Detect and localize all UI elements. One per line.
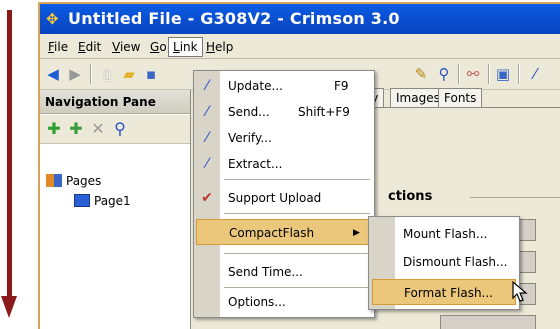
down-arrow-icon [1,296,17,318]
menu-link[interactable]: Link [168,37,203,57]
menu-item-update[interactable]: ⁄ Update... F9 [194,73,374,99]
menu-view[interactable]: View [108,38,144,56]
checkmark-icon: ✔ [201,190,213,206]
menu-item-extract[interactable]: ⁄ Extract... [194,151,374,177]
tab-fonts[interactable]: Fonts [438,88,483,107]
left-margin [0,0,30,329]
toolbar-wand-icon[interactable]: ⁄ [526,65,544,83]
sections-divider [470,197,560,198]
add-item-icon[interactable]: ✚ [44,119,64,139]
submenu-arrow-icon: ▶ [353,228,360,238]
save-icon[interactable]: ▪ [142,65,160,83]
toolbar-monitor-icon[interactable]: ▣ [494,65,512,83]
tree-item-page1[interactable]: Page1 [74,194,131,208]
tab-strip-line [345,107,560,108]
menu-separator [224,179,370,180]
delete-icon[interactable]: ✕ [88,119,108,139]
menu-separator [224,253,370,254]
sections-heading: ctions [388,189,433,204]
link-menu: ⁄ Update... F9 ⁄ Send... Shift+F9 ⁄ Veri… [193,70,375,318]
compactflash-submenu: Mount Flash... Dismount Flash... Format … [368,216,520,310]
toolbar-find-icon[interactable]: ⚲ [435,65,453,83]
menu-item-compactflash[interactable]: CompactFlash ▶ [196,219,372,245]
navigation-pane: Navigation Pane ✚ ✚ ✕ ⚲ Pages Page1 [40,90,191,329]
menu-item-send[interactable]: ⁄ Send... Shift+F9 [194,99,374,125]
down-arrow-shaft [7,10,12,302]
send-icon: ⁄ [205,104,209,120]
pages-folder-icon [46,174,62,187]
menu-file[interactable]: File [44,38,72,56]
tree-item-label: Pages [66,174,102,188]
menu-separator [224,287,370,288]
app-icon: ✥ [46,10,59,28]
title-bar: ✥ Untitled File - G308V2 - Crimson 3.0 [40,4,560,34]
update-icon: ⁄ [205,78,209,94]
forward-icon[interactable]: ▶ [66,65,84,83]
menu-item-send-time[interactable]: Send Time... [194,259,374,285]
menu-bar: File Edit View Go Link Help [40,34,560,59]
navigation-toolbar: ✚ ✚ ✕ ⚲ [40,115,190,144]
extract-icon: ⁄ [205,156,209,172]
toolbar-link-icon[interactable]: ⚯ [464,65,482,83]
tree-item-pages[interactable]: Pages [46,174,101,188]
mouse-cursor-icon [512,280,530,303]
new-file-icon[interactable]: ▯ [98,65,116,83]
back-icon[interactable]: ◀ [44,65,62,83]
open-folder-icon[interactable]: ▰ [120,65,138,83]
menu-item-dismount-flash[interactable]: Dismount Flash... [369,249,519,275]
navigation-pane-header: Navigation Pane [40,90,190,114]
menu-item-support-upload[interactable]: ✔ Support Upload [194,185,374,211]
menu-item-mount-flash[interactable]: Mount Flash... [369,221,519,247]
tree-item-label: Page1 [94,194,131,208]
menu-item-options[interactable]: Options... [194,289,374,315]
menu-edit[interactable]: Edit [74,38,105,56]
menu-separator [224,213,370,214]
menu-item-format-flash[interactable]: Format Flash... [372,279,516,305]
menu-item-verify[interactable]: ⁄ Verify... [194,125,374,151]
verify-icon: ⁄ [205,130,209,146]
toolbar-tool-icon[interactable]: ✎ [412,65,430,83]
search-icon[interactable]: ⚲ [110,119,130,139]
window-title: Untitled File - G308V2 - Crimson 3.0 [68,9,400,28]
menu-help[interactable]: Help [202,38,237,56]
menu-go[interactable]: Go [146,38,171,56]
add-folder-icon[interactable]: ✚ [66,119,86,139]
page-icon [74,194,90,207]
section-button[interactable] [440,315,536,329]
